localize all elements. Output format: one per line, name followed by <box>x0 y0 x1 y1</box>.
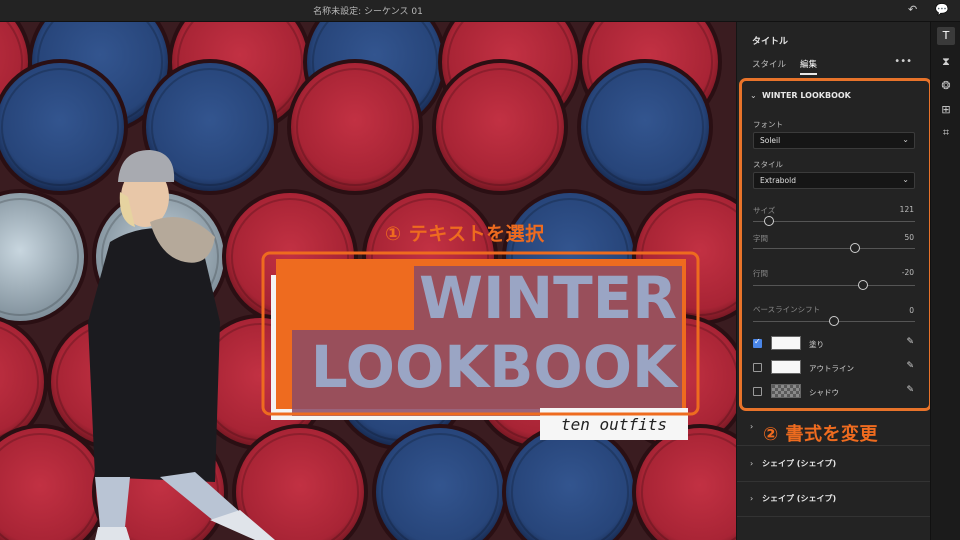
baseline-label: ベースラインシフト <box>753 305 821 314</box>
program-viewer[interactable]: WINTER LOOKBOOK ten outfits ① テキストを選択 <box>0 22 736 540</box>
undo-icon[interactable]: ↶ <box>908 3 917 16</box>
slider-knob[interactable] <box>850 243 861 253</box>
title-line1[interactable]: WINTER <box>419 264 677 332</box>
barrel-lid <box>577 59 713 195</box>
barrel-lid <box>432 59 568 195</box>
transition-icon[interactable]: ⧗ <box>937 53 955 71</box>
divider <box>737 516 931 517</box>
comment-icon[interactable]: 💬 <box>935 3 949 16</box>
fill-swatch[interactable] <box>771 336 801 350</box>
chevron-right-icon: › <box>750 459 754 468</box>
style-label: スタイル <box>753 160 783 169</box>
fill-checkbox[interactable] <box>753 337 762 348</box>
divider <box>737 481 931 482</box>
font-label: フォント <box>753 120 783 129</box>
tracking-slider[interactable] <box>753 243 915 253</box>
barrel-lid <box>372 424 508 540</box>
callout-select-text: ① テキストを選択 <box>385 223 545 245</box>
tracking-label: 字間 <box>753 234 768 243</box>
size-slider[interactable] <box>753 216 915 226</box>
shadow-checkbox[interactable] <box>753 387 762 396</box>
title-tool-icon[interactable]: T <box>937 27 955 45</box>
style-dropdown[interactable]: Extrabold ⌄ <box>753 172 915 189</box>
right-tool-rail: T ⧗ ❂ ⊞ ⌗ <box>930 22 960 540</box>
barrel-lid <box>0 59 128 195</box>
baseline-slider[interactable] <box>753 316 915 326</box>
size-label: サイズ <box>753 206 776 215</box>
more-options-icon[interactable]: ••• <box>894 56 912 67</box>
fill-label: 塗り <box>809 340 824 349</box>
chevron-right-icon: › <box>750 494 754 503</box>
chevron-down-icon: ⌄ <box>750 91 757 100</box>
color-icon[interactable]: ❂ <box>937 77 955 95</box>
eyedropper-icon[interactable]: ✎ <box>906 385 914 395</box>
outline-label: アウトライン <box>809 364 854 373</box>
baseline-value[interactable]: 0 <box>909 306 914 315</box>
title-line2[interactable]: LOOKBOOK <box>311 333 679 401</box>
essential-graphics-panel: タイトル スタイル 編集 ••• ⌄ WINTER LOOKBOOK フォント S… <box>736 22 932 540</box>
layout-icon[interactable]: ⊞ <box>937 101 955 119</box>
crop-icon[interactable]: ⌗ <box>937 124 955 142</box>
eyedropper-icon[interactable]: ✎ <box>906 361 914 371</box>
font-dropdown[interactable]: Soleil ⌄ <box>753 132 915 149</box>
tracking-value[interactable]: 50 <box>904 233 914 242</box>
tab-edit[interactable]: 編集 <box>800 58 818 75</box>
chevron-down-icon: ⌄ <box>902 175 909 184</box>
barrel-lid <box>502 424 638 540</box>
leading-value[interactable]: -20 <box>902 268 914 277</box>
eyedropper-icon[interactable]: ✎ <box>906 337 914 347</box>
slider-knob[interactable] <box>829 316 839 326</box>
barrel-lid <box>287 59 423 195</box>
outline-checkbox[interactable] <box>753 363 762 372</box>
callout-format-text: ② 書式を変更 <box>763 424 879 445</box>
chevron-down-icon: ⌄ <box>902 135 909 144</box>
tab-style[interactable]: スタイル <box>752 58 786 70</box>
chevron-right-icon: › <box>750 422 754 431</box>
section-header-title[interactable]: ⌄ WINTER LOOKBOOK <box>750 91 851 100</box>
collapsed-section[interactable]: › <box>750 422 762 431</box>
video-frame: WINTER LOOKBOOK ten outfits <box>0 22 736 540</box>
top-bar: 名称未設定: シーケンス 01 ↶ 💬 <box>0 0 960 22</box>
sequence-title: 名称未設定: シーケンス 01 <box>313 7 423 17</box>
size-value[interactable]: 121 <box>900 205 914 214</box>
leading-slider[interactable] <box>753 280 915 290</box>
shadow-label: シャドウ <box>809 388 839 397</box>
leading-label: 行間 <box>753 269 768 278</box>
shadow-swatch[interactable] <box>771 384 801 398</box>
divider <box>737 445 931 446</box>
section-header-shape-1[interactable]: › シェイプ (シェイプ) <box>750 458 836 469</box>
panel-title: タイトル <box>752 37 789 47</box>
section-header-shape-2[interactable]: › シェイプ (シェイプ) <box>750 493 836 504</box>
outline-swatch[interactable] <box>771 360 801 374</box>
subtitle-text[interactable]: ten outfits <box>561 415 667 434</box>
